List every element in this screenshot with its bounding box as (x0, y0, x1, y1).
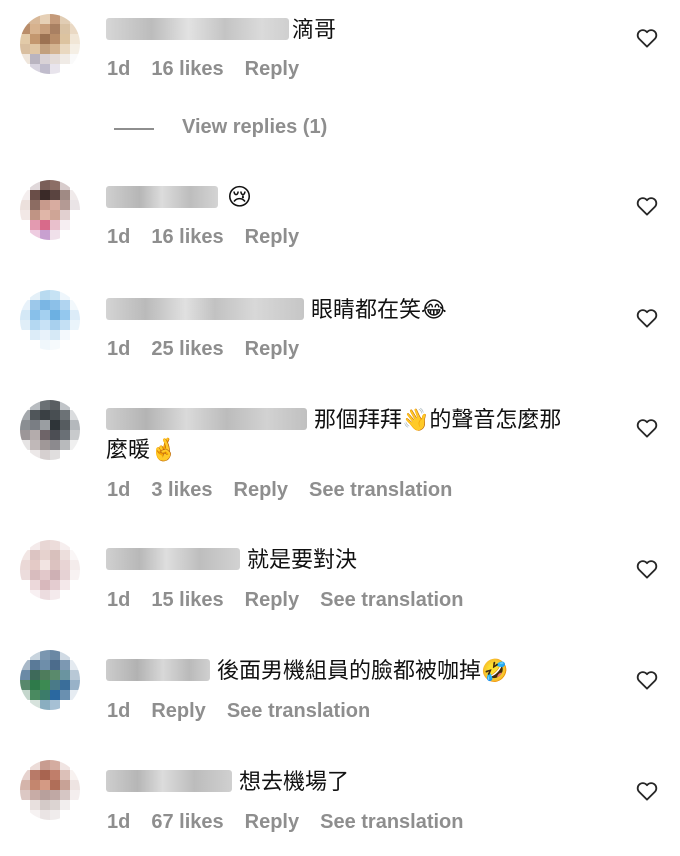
comment-meta: 1d Reply See translation (107, 700, 391, 723)
comment-text: 想去機場了 (239, 769, 350, 794)
see-translation-button[interactable]: See translation (227, 700, 370, 722)
comment-time: 1d (107, 700, 131, 722)
heart-outline-icon[interactable] (636, 196, 658, 216)
heart-outline-icon[interactable] (636, 670, 658, 690)
avatar[interactable] (20, 760, 80, 820)
likes-count[interactable]: 16 likes (151, 226, 223, 248)
comment-text: 滴哥 (292, 17, 337, 42)
likes-count[interactable]: 3 likes (151, 479, 212, 501)
reply-button[interactable]: Reply (245, 811, 299, 833)
likes-count[interactable]: 25 likes (151, 338, 223, 360)
reply-button[interactable]: Reply (151, 700, 205, 722)
view-replies-label[interactable]: View replies (1) (182, 116, 327, 139)
comment-text: 後面男機組員的臉都被咖掉🤣 (217, 658, 509, 683)
comment-time: 1d (107, 589, 131, 611)
likes-count[interactable]: 15 likes (151, 589, 223, 611)
avatar[interactable] (20, 14, 80, 74)
comment-time: 1d (107, 58, 131, 80)
heart-outline-icon[interactable] (636, 559, 658, 579)
reply-button[interactable]: Reply (245, 589, 299, 611)
comment-text: 就是要對決 (247, 547, 358, 572)
reply-button[interactable]: Reply (234, 479, 288, 501)
comment-time: 1d (107, 338, 131, 360)
username-blurred[interactable] (106, 298, 304, 320)
heart-outline-icon[interactable] (636, 308, 658, 328)
comment-text: 😢 (227, 183, 253, 211)
likes-count[interactable]: 16 likes (151, 58, 223, 80)
comment-text-line2: 麼暖🤞 (106, 437, 178, 462)
see-translation-button[interactable]: See translation (320, 589, 463, 611)
username-blurred[interactable] (106, 548, 240, 570)
avatar[interactable] (20, 540, 80, 600)
username-blurred[interactable] (106, 659, 210, 681)
heart-outline-icon[interactable] (636, 781, 658, 801)
username-blurred[interactable] (106, 770, 232, 792)
avatar[interactable] (20, 400, 80, 460)
username-blurred[interactable] (106, 18, 289, 40)
avatar[interactable] (20, 290, 80, 350)
see-translation-button[interactable]: See translation (320, 811, 463, 833)
comment-text-line1: 那個拜拜👋的聲音怎麼那 (314, 407, 562, 432)
comment-meta: 1d 3 likes Reply See translation (107, 479, 473, 502)
divider-line (114, 128, 154, 130)
comment-text: 眼睛都在笑😂 (311, 297, 447, 322)
heart-outline-icon[interactable] (636, 418, 658, 438)
reply-button[interactable]: Reply (245, 338, 299, 360)
comment-time: 1d (107, 811, 131, 833)
avatar[interactable] (20, 180, 80, 240)
avatar[interactable] (20, 650, 80, 710)
comment-meta: 1d 15 likes Reply See translation (107, 589, 485, 612)
comment-meta: 1d 25 likes Reply (107, 338, 320, 361)
comment-meta: 1d 16 likes Reply (107, 58, 320, 81)
reply-button[interactable]: Reply (245, 58, 299, 80)
username-blurred[interactable] (106, 408, 307, 430)
comment-meta: 1d 67 likes Reply See translation (107, 811, 485, 834)
username-blurred[interactable] (106, 186, 218, 208)
reply-button[interactable]: Reply (245, 226, 299, 248)
comment-time: 1d (107, 226, 131, 248)
comment-time: 1d (107, 479, 131, 501)
comment-meta: 1d 16 likes Reply (107, 226, 320, 249)
heart-outline-icon[interactable] (636, 28, 658, 48)
see-translation-button[interactable]: See translation (309, 479, 452, 501)
likes-count[interactable]: 67 likes (151, 811, 223, 833)
